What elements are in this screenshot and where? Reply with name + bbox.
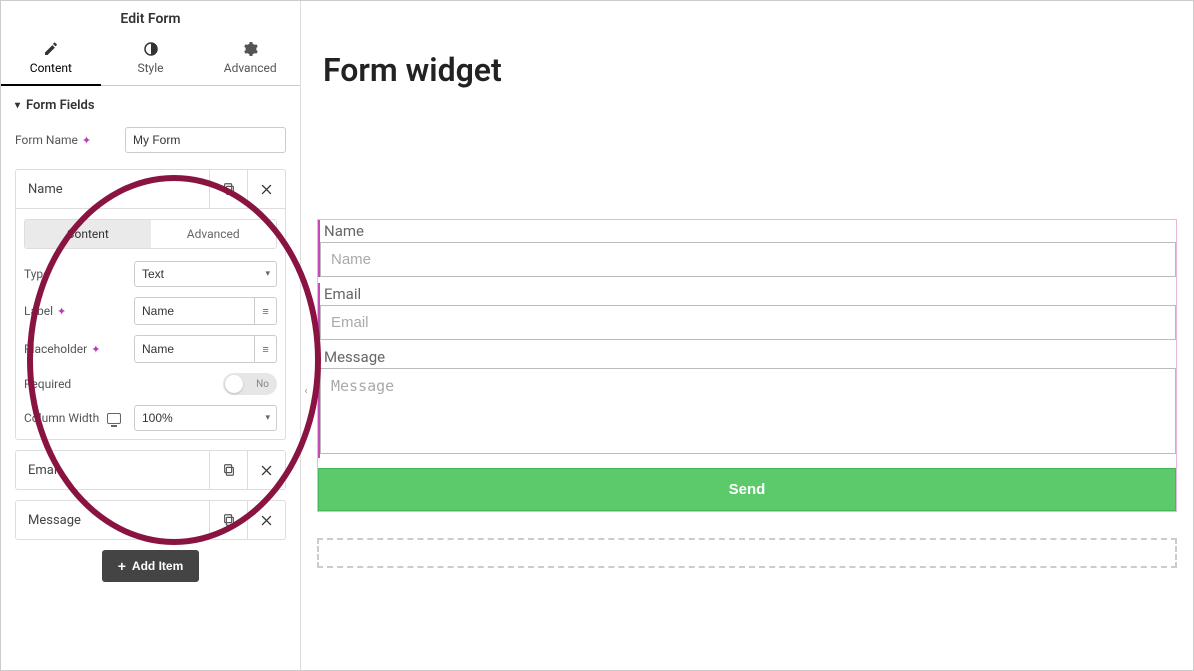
field-message-title[interactable]: Message — [16, 503, 209, 538]
form-message-input[interactable] — [320, 368, 1176, 454]
form-email-input[interactable] — [320, 305, 1176, 340]
tab-style[interactable]: Style — [101, 35, 201, 85]
tab-advanced-label: Advanced — [224, 61, 277, 75]
add-item-button[interactable]: + Add Item — [102, 550, 200, 582]
subtab-content[interactable]: Content — [25, 220, 151, 248]
form-name-label: Form Name — [15, 133, 78, 147]
form-name-input[interactable] — [320, 242, 1176, 277]
form-email-label: Email — [320, 283, 1176, 305]
label-label: Label — [24, 304, 53, 318]
form-name-row: Form Name ✦ — [15, 127, 286, 153]
field-email-title[interactable]: Email — [16, 453, 209, 488]
type-label: Type — [24, 267, 50, 281]
close-icon — [260, 183, 273, 196]
caret-down-icon: ▾ — [15, 100, 20, 111]
tab-content[interactable]: Content — [1, 35, 101, 85]
dynamic-icon: ✦ — [82, 134, 91, 147]
copy-icon — [222, 463, 236, 477]
placeholder-input[interactable] — [134, 335, 255, 363]
database-icon: ≡ — [262, 305, 268, 318]
required-label: Required — [24, 377, 71, 391]
drop-zone[interactable] — [317, 538, 1177, 568]
field-name-title[interactable]: Name — [16, 172, 209, 207]
toggle-no-label: No — [256, 379, 269, 390]
add-item-label: Add Item — [132, 559, 183, 573]
duplicate-button[interactable] — [209, 451, 247, 489]
toggle-knob — [225, 375, 243, 393]
close-icon — [260, 514, 273, 527]
form-message-label: Message — [320, 346, 1176, 368]
dynamic-icon: ✦ — [57, 305, 66, 318]
remove-button[interactable] — [247, 501, 285, 539]
duplicate-button[interactable] — [209, 170, 247, 208]
remove-button[interactable] — [247, 451, 285, 489]
tab-style-label: Style — [138, 61, 164, 75]
field-item-name: Name Content Advanced — [15, 169, 286, 440]
editor-tabs: Content Style Advanced — [1, 35, 300, 86]
colwidth-select[interactable]: 100% — [134, 405, 277, 431]
copy-icon — [222, 513, 236, 527]
sidebar-title: Edit Form — [1, 1, 300, 35]
placeholder-label: Placeholder — [24, 342, 87, 356]
plus-icon: + — [118, 558, 126, 574]
colwidth-label: Column Width — [24, 411, 99, 425]
dynamic-icon: ✦ — [91, 343, 100, 356]
contrast-icon — [143, 41, 159, 57]
editor-sidebar: Edit Form Content Style Advanced — [1, 1, 301, 670]
dynamic-button[interactable]: ≡ — [255, 335, 277, 363]
gear-icon — [242, 41, 258, 57]
type-select[interactable]: Text — [134, 261, 277, 287]
form-widget[interactable]: Name Email Message Send — [317, 219, 1177, 512]
form-name-label: Name — [320, 220, 1176, 242]
canvas: Form widget Name Email Message Send — [301, 1, 1193, 670]
close-icon — [260, 464, 273, 477]
database-icon: ≡ — [262, 343, 268, 356]
required-toggle[interactable]: No — [223, 373, 277, 395]
form-name-input[interactable] — [125, 127, 286, 153]
subtab-advanced[interactable]: Advanced — [151, 220, 277, 248]
field-item-message: Message — [15, 500, 286, 540]
page-title: Form widget — [323, 51, 1177, 89]
field-item-email: Email — [15, 450, 286, 490]
section-form-fields[interactable]: ▾ Form Fields — [15, 98, 286, 113]
label-input[interactable] — [134, 297, 255, 325]
field-subtabs: Content Advanced — [24, 219, 277, 249]
desktop-icon[interactable] — [107, 413, 121, 424]
pencil-icon — [43, 41, 59, 57]
copy-icon — [222, 182, 236, 196]
section-title: Form Fields — [26, 98, 94, 113]
tab-content-label: Content — [30, 61, 72, 75]
remove-button[interactable] — [247, 170, 285, 208]
duplicate-button[interactable] — [209, 501, 247, 539]
editor-panel: ▾ Form Fields Form Name ✦ Name — [1, 86, 300, 670]
form-submit-button[interactable]: Send — [318, 468, 1176, 511]
tab-advanced[interactable]: Advanced — [200, 35, 300, 85]
dynamic-button[interactable]: ≡ — [255, 297, 277, 325]
